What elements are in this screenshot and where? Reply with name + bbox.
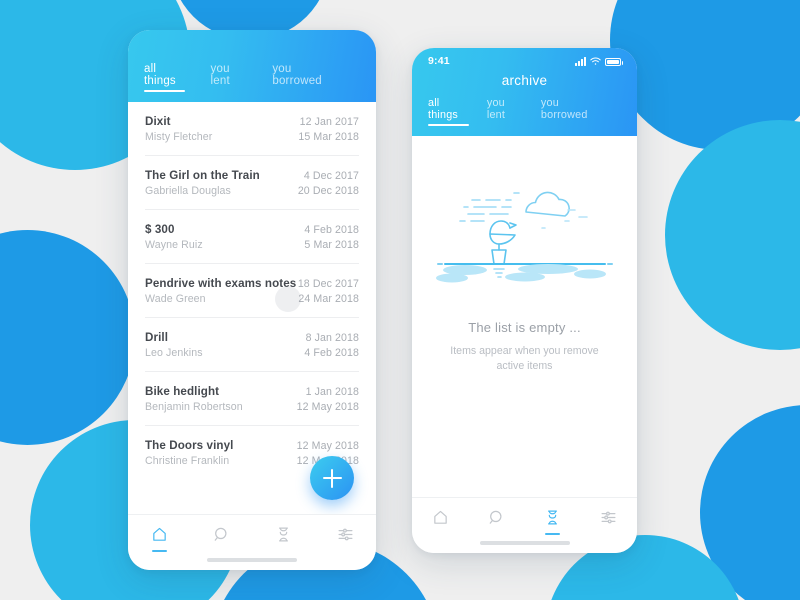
list-item[interactable]: Dixit 12 Jan 2017 Misty Fletcher 15 Mar … [145, 102, 359, 156]
nav-search[interactable] [201, 526, 241, 552]
item-person: Leo Jenkins [145, 347, 203, 359]
nav-archive[interactable] [533, 509, 573, 535]
add-item-fab[interactable] [310, 456, 354, 500]
tab-you-lent[interactable]: you lent [487, 97, 523, 126]
item-date-start: 4 Dec 2017 [303, 170, 359, 182]
item-date-end: 5 Mar 2018 [304, 239, 359, 251]
item-date-end: 20 Dec 2018 [297, 185, 359, 197]
background-circle [665, 120, 800, 350]
item-title: Drill [145, 331, 169, 344]
tab-you-lent[interactable]: you lent [211, 63, 247, 92]
item-date-start: 12 May 2018 [296, 440, 359, 452]
item-title: Bike hedlight [145, 385, 220, 398]
tab-you-borrowed[interactable]: you borrowed [272, 63, 334, 92]
nav-active-underline [489, 533, 504, 535]
nav-archive[interactable] [263, 526, 303, 552]
nav-settings[interactable] [325, 526, 365, 552]
signal-icon [575, 56, 586, 66]
items-list: Dixit 12 Jan 2017 Misty Fletcher 15 Mar … [128, 102, 376, 479]
phone-active-list: all things you lent you borrowed Dixit 1… [128, 30, 376, 570]
battery-icon [605, 57, 623, 66]
nav-home[interactable] [420, 509, 460, 535]
list-item[interactable]: Bike hedlight 1 Jan 2018 Benjamin Robert… [145, 372, 359, 426]
hourglass-icon [275, 526, 292, 543]
nav-active-underline [276, 550, 291, 552]
item-date-start: 8 Jan 2018 [305, 332, 359, 344]
empty-state: The list is empty ... Items appear when … [412, 136, 637, 375]
background-decoration [0, 0, 800, 600]
item-person: Christine Franklin [145, 455, 230, 467]
item-date-end: 15 Mar 2018 [298, 131, 359, 143]
item-date-end: 24 Mar 2018 [298, 293, 359, 305]
phone2-header: 9:41 archive all things you lent you bor… [412, 48, 637, 136]
item-person: Gabriella Douglas [145, 185, 231, 197]
home-indicator-bar [479, 541, 570, 545]
list-item[interactable]: Drill 8 Jan 2018 Leo Jenkins 4 Feb 2018 [145, 318, 359, 372]
phone2-bottom-nav [412, 497, 637, 553]
item-title: $ 300 [145, 223, 175, 236]
screenshot-canvas: all things you lent you borrowed Dixit 1… [0, 0, 800, 600]
list-item[interactable]: Pendrive with exams notes 18 Dec 2017 Wa… [145, 264, 359, 318]
nav-active-underline [545, 533, 561, 535]
settings-icon [600, 509, 617, 526]
list-item[interactable]: $ 300 4 Feb 2018 Wayne Ruiz 5 Mar 2018 [145, 210, 359, 264]
item-person: Benjamin Robertson [145, 401, 243, 413]
nav-active-underline [151, 550, 167, 552]
status-bar: 9:41 [412, 48, 637, 67]
nav-search[interactable] [476, 509, 516, 535]
item-person: Wayne Ruiz [145, 239, 203, 251]
item-date-start: 18 Dec 2017 [297, 278, 359, 290]
phone1-bottom-nav [128, 514, 376, 570]
phone1-header: all things you lent you borrowed [128, 30, 376, 102]
search-icon [213, 526, 230, 543]
item-title: The Doors vinyl [145, 439, 234, 452]
nav-home[interactable] [139, 526, 179, 552]
item-date-start: 1 Jan 2018 [305, 386, 359, 398]
item-date-start: 4 Feb 2018 [304, 224, 359, 236]
phone-archive-empty: 9:41 archive all things you lent you bor… [412, 48, 637, 553]
search-icon [488, 509, 505, 526]
nav-settings[interactable] [589, 509, 629, 535]
hourglass-icon [544, 509, 561, 526]
settings-icon [337, 526, 354, 543]
empty-state-title: The list is empty ... [468, 320, 581, 335]
home-icon [151, 526, 168, 543]
phone2-tabs: all things you lent you borrowed [412, 97, 637, 126]
phone1-tabs: all things you lent you borrowed [128, 63, 376, 92]
nav-active-underline [214, 550, 229, 552]
nav-active-underline [338, 550, 353, 552]
tab-all-things[interactable]: all things [428, 97, 469, 126]
seagull-on-post-illustration [430, 166, 620, 286]
item-title: Dixit [145, 115, 171, 128]
nav-active-underline [433, 533, 448, 535]
list-item[interactable]: The Girl on the Train 4 Dec 2017 Gabriel… [145, 156, 359, 210]
item-date-end: 4 Feb 2018 [304, 347, 359, 359]
item-person: Wade Green [145, 293, 206, 305]
empty-state-subtitle: Items appear when you remove active item… [450, 345, 599, 373]
wifi-icon [590, 57, 601, 66]
page-title: archive [501, 73, 548, 88]
background-circle [0, 230, 135, 445]
status-time: 9:41 [428, 55, 450, 67]
item-date-end: 12 May 2018 [296, 401, 359, 413]
item-title: The Girl on the Train [145, 169, 260, 182]
tab-you-borrowed[interactable]: you borrowed [541, 97, 603, 126]
nav-active-underline [601, 533, 616, 535]
item-date-start: 12 Jan 2017 [299, 116, 359, 128]
tab-all-things[interactable]: all things [144, 63, 185, 92]
home-indicator-bar [207, 558, 297, 562]
item-title: Pendrive with exams notes [145, 277, 297, 290]
item-person: Misty Fletcher [145, 131, 213, 143]
home-icon [432, 509, 449, 526]
